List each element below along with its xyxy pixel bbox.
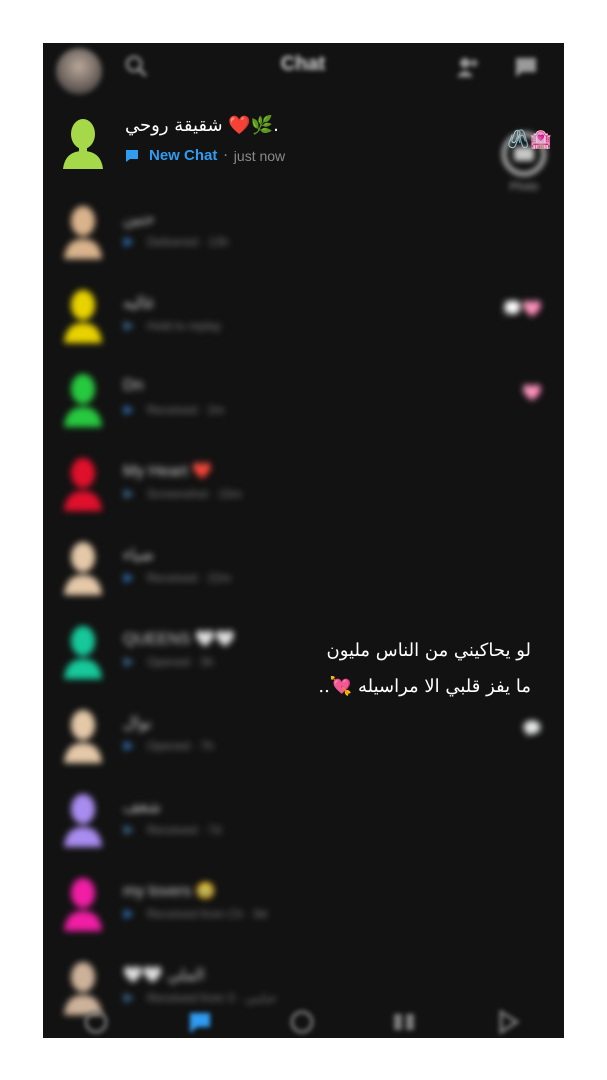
chat-list: حنين Delivered · 13h غاليه Hold to replay 💭🩷…: [43, 191, 564, 1031]
chat-name: نوال: [123, 715, 152, 732]
chat-name: شغف: [123, 799, 161, 816]
caption-line-1: لو يحاكيني من الناس مليون: [326, 640, 532, 661]
list-item[interactable]: Dn Received · 2m 🩷: [43, 359, 564, 443]
status-arrow-icon: [124, 237, 134, 247]
chat-status-text: Screenshot · 15m: [147, 487, 242, 501]
chat-status: New Chat · just now: [125, 147, 285, 164]
app-frame: Chat شقيقة روحي ❤️🌿. New Chat · just now…: [43, 43, 564, 1038]
chat-status: Received · 7d: [123, 823, 221, 837]
chat-status-text: Opened · 3h: [147, 655, 214, 669]
chat-name: شقيقة روحي ❤️🌿.: [125, 115, 279, 136]
chat-name: Dn: [123, 377, 144, 394]
status-arrow-icon: [124, 825, 134, 835]
chat-status: Hold to replay: [123, 319, 221, 333]
bitmoji-avatar[interactable]: [61, 455, 105, 511]
chat-name: My Heart ❤️: [123, 463, 213, 480]
bitmoji-avatar[interactable]: [61, 539, 105, 595]
camera-icon[interactable]: [289, 1009, 315, 1035]
status-arrow-icon: [124, 405, 134, 415]
chat-status-text: Received · 7d: [147, 823, 222, 837]
new-chat-bubble-icon: [126, 149, 138, 162]
chat-status-text: Received · 22m: [147, 571, 232, 585]
chat-status-text: Received from Ch · 9d: [147, 907, 268, 921]
chat-status: Received from Ch · 9d: [123, 907, 267, 921]
chat-status: Opened · 7h: [123, 739, 214, 753]
chat-name: 🤍🤍 الملي: [123, 967, 205, 984]
status-arrow-icon: [124, 909, 134, 919]
spotlight-icon[interactable]: [495, 1009, 521, 1035]
bitmoji-avatar[interactable]: [61, 117, 105, 169]
header-bar: Chat: [43, 43, 564, 99]
list-item[interactable]: شغف Received · 7d: [43, 779, 564, 863]
chat-status-text: Hold to replay: [147, 319, 222, 333]
chat-icon[interactable]: [187, 1009, 213, 1035]
bitmoji-avatar[interactable]: [61, 707, 105, 763]
bitmoji-avatar[interactable]: [61, 875, 105, 931]
list-item[interactable]: My Heart ❤️ Screenshot · 15m: [43, 443, 564, 527]
chat-time: just now: [233, 147, 286, 164]
bitmoji-avatar[interactable]: [61, 287, 105, 343]
chat-name: QUEENS 🤍🤍: [123, 631, 235, 648]
chat-status: Screenshot · 15m: [123, 487, 242, 501]
list-item[interactable]: غاليه Hold to replay 💭🩷: [43, 275, 564, 359]
bitmoji-avatar[interactable]: [61, 623, 105, 679]
new-chat-icon[interactable]: [513, 53, 539, 79]
status-arrow-icon: [124, 741, 134, 751]
list-item[interactable]: my lovers 🥹 Received from Ch · 9d: [43, 863, 564, 947]
chat-status-text: Received · 2m: [147, 403, 225, 417]
chat-status: Opened · 3h: [123, 655, 214, 669]
camera-reply-button[interactable]: Photo: [501, 131, 547, 195]
chat-name: غاليه: [123, 295, 155, 312]
caption-overlay: لو يحاكيني من الناس مليون ما يفز قلبي ال…: [291, 633, 531, 705]
profile-avatar[interactable]: [55, 47, 103, 95]
status-arrow-icon: [124, 573, 134, 583]
bitmoji-avatar[interactable]: [61, 791, 105, 847]
friend-emojis: 🩷: [522, 383, 542, 402]
search-icon[interactable]: [125, 55, 147, 77]
chat-name: my lovers 🥹: [123, 883, 216, 900]
page-title: Chat: [280, 53, 326, 75]
stories-icon[interactable]: [391, 1009, 417, 1035]
chat-status: Received · 22m: [123, 571, 231, 585]
chat-status-text: Delivered · 13h: [147, 235, 229, 249]
status-arrow-icon: [124, 321, 134, 331]
status-arrow-icon: [124, 489, 134, 499]
map-icon[interactable]: [83, 1009, 109, 1035]
bottom-nav: [43, 1005, 564, 1038]
chat-status-text: Received from 3 · حبايبي: [147, 991, 277, 1005]
separator: ·: [223, 147, 228, 164]
camera-icon: [502, 132, 546, 176]
chat-status-text: Opened · 7h: [147, 739, 214, 753]
list-item[interactable]: ضياء Received · 22m: [43, 527, 564, 611]
new-chat-label: New Chat: [149, 147, 218, 164]
chat-name: حنين: [123, 211, 155, 228]
chat-row-top[interactable]: شقيقة روحي ❤️🌿. New Chat · just now 🖇️🏩: [43, 107, 564, 177]
add-friend-icon[interactable]: [455, 55, 479, 79]
chat-status: Received · 2m: [123, 403, 224, 417]
status-arrow-icon: [124, 993, 134, 1003]
chat-status: Delivered · 13h: [123, 235, 228, 249]
friend-emojis: 💭🩷: [502, 299, 542, 318]
bitmoji-avatar[interactable]: [61, 371, 105, 427]
chat-name: ضياء: [123, 547, 154, 564]
list-item[interactable]: حنين Delivered · 13h: [43, 191, 564, 275]
status-arrow-icon: [124, 657, 134, 667]
bitmoji-avatar[interactable]: [61, 203, 105, 259]
chat-status: Received from 3 · حبايبي: [123, 991, 277, 1005]
friend-emojis: 💬: [522, 719, 542, 738]
list-item[interactable]: نوال Opened · 7h 💬: [43, 695, 564, 779]
caption-line-2: ما يفز قلبي الا مراسيله 💘..: [318, 676, 531, 697]
